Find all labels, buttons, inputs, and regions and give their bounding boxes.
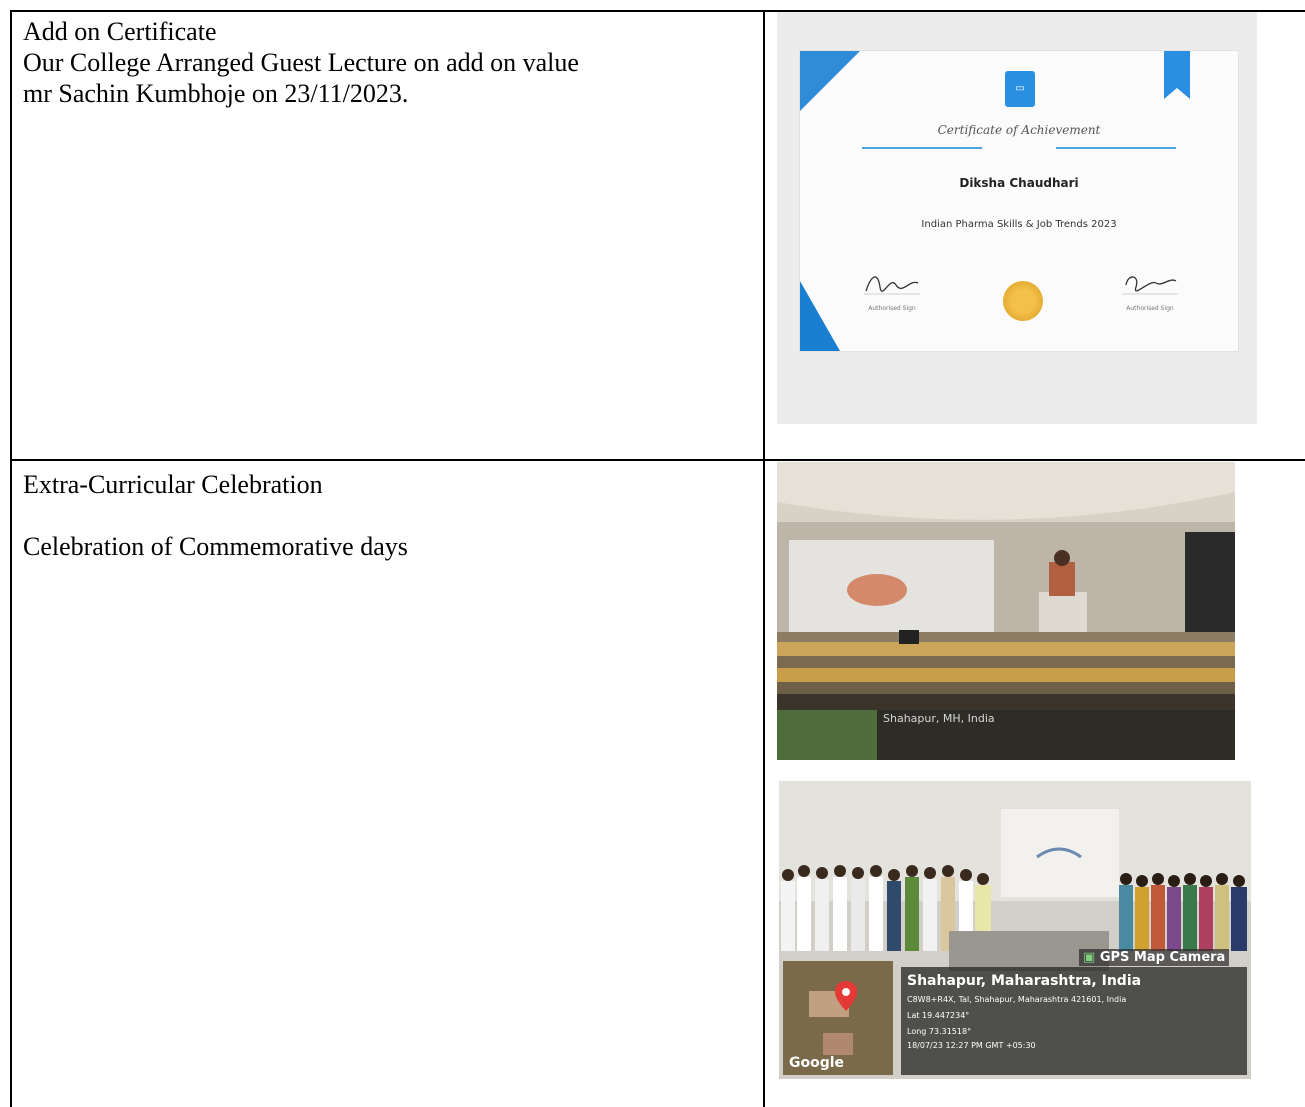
gps-datetime: 18/07/23 12:27 PM GMT +05:30: [907, 1041, 1036, 1050]
gps-location: Shahapur, Maharashtra, India: [907, 973, 1142, 989]
certificate-corner-decoration: [800, 281, 840, 351]
table-column-divider: [763, 10, 765, 1107]
photo1-location-overlay: Shahapur, MH, India: [883, 712, 995, 725]
group-photo-scene: [779, 781, 1251, 1079]
gps-latitude: Lat 19.447234°: [907, 1011, 970, 1020]
sign-label-right: Authorised Sign: [1126, 305, 1174, 312]
signature-left: [864, 276, 920, 295]
map-pin-icon: [835, 981, 857, 1011]
document-page: Add on Certificate Our College Arranged …: [0, 0, 1305, 1107]
certificate-title: Certificate of Achievement: [937, 123, 1101, 137]
sign-label-left: Authorised Sign: [868, 305, 916, 312]
group-photo: ▣ GPS Map Camera Shahapur, Maharashtra, …: [779, 781, 1251, 1079]
row1-line2: mr Sachin Kumbhoje on 23/11/2023.: [23, 79, 409, 108]
certificate-rule-left: [862, 147, 982, 149]
lecture-hall-photo: Shahapur, MH, India: [777, 462, 1235, 760]
seal-icon: [1003, 281, 1043, 321]
table-row-divider: [10, 459, 1305, 461]
certificate-corner-decoration: [800, 51, 860, 111]
google-watermark: Google: [789, 1055, 845, 1071]
row1-heading: Add on Certificate: [23, 17, 217, 46]
table-border-left: [10, 10, 12, 1107]
signature-right: [1122, 276, 1178, 295]
row1-line1: Our College Arranged Guest Lecture on ad…: [23, 48, 579, 77]
certificate-logo-icon: ▭: [1005, 71, 1035, 107]
camera-icon: ▣: [1083, 950, 1096, 965]
certificate-image: ▭ Certificate of Achievement Diksha Chau…: [777, 12, 1257, 424]
certificate-rule-right: [1056, 147, 1176, 149]
gps-address: C8W8+R4X, Tal, Shahapur, Maharashtra 421…: [907, 995, 1127, 1004]
gps-longitude: Long 73.31518°: [907, 1027, 972, 1036]
row2-text: Extra-Curricular Celebration Celebration…: [23, 469, 758, 562]
row2-heading: Extra-Curricular Celebration: [23, 470, 323, 499]
gps-app-label: ▣ GPS Map Camera: [1079, 949, 1230, 966]
certificate-recipient-name: Diksha Chaudhari: [959, 176, 1079, 190]
certificate-card: ▭ Certificate of Achievement Diksha Chau…: [799, 50, 1239, 352]
gps-app-name: GPS Map Camera: [1099, 950, 1226, 965]
row2-subheading: Celebration of Commemorative days: [23, 532, 408, 561]
ribbon-icon: [1164, 51, 1190, 99]
row1-text: Add on Certificate Our College Arranged …: [23, 16, 758, 109]
lecture-hall-scene: [777, 462, 1235, 760]
certificate-course: Indian Pharma Skills & Job Trends 2023: [921, 219, 1117, 230]
